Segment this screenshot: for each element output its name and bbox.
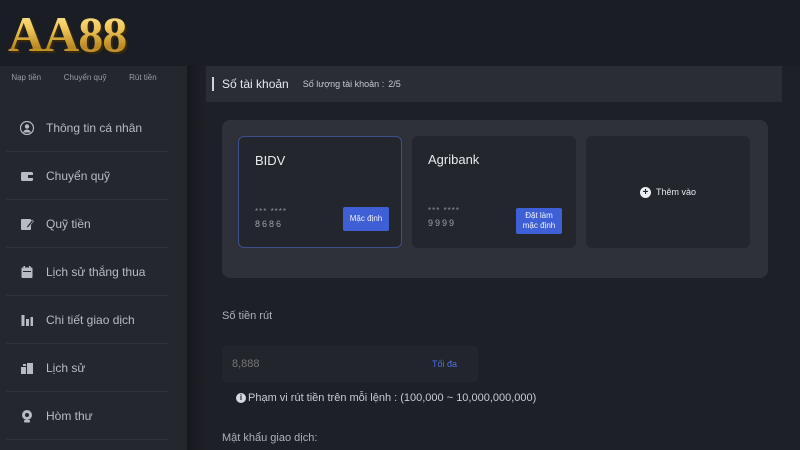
- sidebar-item-transaction-details[interactable]: Chi tiết giao dịch: [6, 296, 168, 344]
- max-amount-button[interactable]: Tối đa: [432, 359, 457, 369]
- sidebar-item-label: Chi tiết giao dịch: [46, 312, 135, 327]
- section-marker: [212, 77, 214, 91]
- sidebar-item-profile[interactable]: Thông tin cá nhân: [6, 104, 168, 152]
- info-icon: i: [236, 393, 246, 403]
- plus-circle-icon: +: [639, 186, 651, 198]
- calendar-icon: [20, 265, 34, 279]
- bank-name: Agribank: [428, 152, 480, 167]
- brand-logo[interactable]: AA88: [8, 6, 127, 62]
- quick-link-transfer[interactable]: Chuyển quỹ: [64, 73, 107, 82]
- account-count-value: 2/5: [388, 79, 401, 89]
- edit-icon: [20, 217, 34, 231]
- bank-cards-panel: BIDV *** **** 8686 Mặc định Agribank ***…: [222, 120, 768, 278]
- sidebar-item-label: Lịch sử: [46, 360, 86, 375]
- account-mask: *** ****: [255, 207, 288, 216]
- sidebar-item-label: Hòm thư: [46, 408, 93, 423]
- sidebar-item-label: Lịch sử thắng thua: [46, 264, 146, 279]
- bank-card-bidv[interactable]: BIDV *** **** 8686 Mặc định: [238, 136, 402, 248]
- range-note-text: Phạm vi rút tiền trên mỗi lệnh : (100,00…: [248, 392, 537, 404]
- sidebar-item-transfer[interactable]: Chuyển quỹ: [6, 152, 168, 200]
- add-card-label: Thêm vào: [655, 187, 697, 197]
- withdraw-amount-input[interactable]: [232, 358, 422, 370]
- account-count-label: Số lượng tài khoản :: [302, 79, 385, 89]
- set-default-line2: mặc định: [522, 221, 556, 230]
- account-last-digits: 9999: [428, 218, 457, 228]
- bank-name: BIDV: [255, 153, 286, 168]
- withdraw-amount-field: Tối đa: [222, 346, 478, 382]
- sidebar: Nạp tiền Chuyển quỹ Rút tiền Thông tin c…: [0, 0, 205, 450]
- sidebar-item-mailbox[interactable]: Hòm thư: [6, 392, 168, 440]
- quick-link-withdraw[interactable]: Rút tiền: [129, 73, 157, 82]
- quick-link-deposit[interactable]: Nạp tiền: [11, 73, 41, 82]
- sidebar-item-win-loss-history[interactable]: Lịch sử thắng thua: [6, 248, 168, 296]
- main-content: Số tài khoản Số lượng tài khoản : 2/5 BI…: [206, 66, 782, 450]
- account-mask: *** ****: [428, 206, 461, 215]
- default-button[interactable]: Mặc định: [343, 207, 389, 231]
- transaction-password-label: Mật khẩu giao dịch:: [222, 432, 318, 444]
- set-default-button[interactable]: Đặt làm mặc định: [516, 208, 562, 234]
- sidebar-menu: Thông tin cá nhân Chuyển quỹ Quỹ tiền Lị…: [6, 104, 168, 440]
- withdraw-range-note: i Phạm vi rút tiền trên mỗi lệnh : (100,…: [236, 392, 536, 404]
- top-header: AA88: [0, 0, 800, 66]
- history-icon: [20, 361, 34, 375]
- sidebar-item-label: Quỹ tiền: [46, 216, 91, 231]
- section-title: Số tài khoản: [222, 77, 289, 91]
- add-bank-card-button[interactable]: + Thêm vào: [586, 136, 750, 248]
- withdraw-amount-label: Số tiền rút: [222, 310, 273, 322]
- sidebar-item-label: Chuyển quỹ: [46, 168, 111, 183]
- mail-icon: [20, 409, 34, 423]
- sidebar-item-history[interactable]: Lịch sử: [6, 344, 168, 392]
- sidebar-edge-shadow: [187, 66, 205, 450]
- sidebar-item-label: Thông tin cá nhân: [46, 120, 143, 135]
- wallet-icon: [20, 169, 34, 183]
- set-default-line1: Đặt làm: [525, 211, 553, 220]
- quick-links: Nạp tiền Chuyển quỹ Rút tiền: [0, 66, 168, 88]
- bank-card-agribank[interactable]: Agribank *** **** 9999 Đặt làm mặc định: [412, 136, 576, 248]
- bar-chart-icon: [20, 313, 34, 327]
- sidebar-item-funds[interactable]: Quỹ tiền: [6, 200, 168, 248]
- account-last-digits: 8686: [255, 219, 284, 229]
- user-icon: [20, 120, 34, 135]
- section-header: Số tài khoản Số lượng tài khoản : 2/5: [206, 66, 782, 102]
